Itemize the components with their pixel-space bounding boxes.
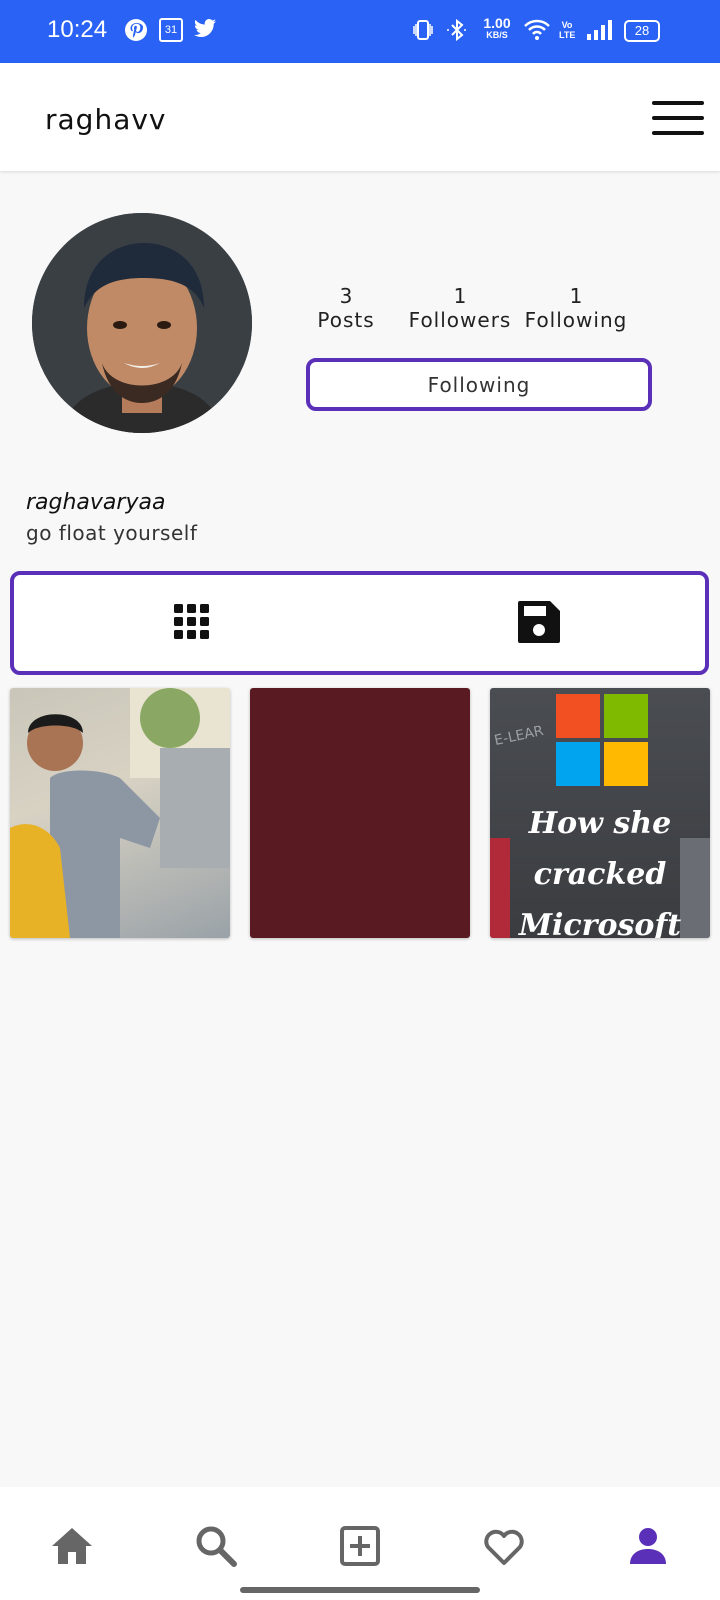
stat-followers-count: 1	[453, 284, 467, 308]
heart-icon[interactable]	[480, 1522, 528, 1570]
bottom-navigation	[0, 1487, 720, 1600]
app-bar: raghavv	[0, 63, 720, 171]
post-overlay-line: Microsoft	[518, 908, 682, 938]
stat-posts[interactable]: 3 Posts	[300, 284, 392, 332]
stat-followers[interactable]: 1 Followers	[406, 284, 514, 332]
hamburger-menu-icon[interactable]	[652, 101, 704, 141]
search-icon[interactable]	[192, 1522, 240, 1570]
add-post-icon[interactable]	[336, 1522, 384, 1570]
stat-followers-label: Followers	[408, 308, 512, 332]
network-speed-value: 1.00	[483, 15, 511, 31]
twitter-icon	[194, 19, 216, 37]
network-speed: 1.00 KB/S	[480, 15, 514, 41]
pinterest-icon	[125, 19, 147, 41]
profile-tabs	[10, 571, 709, 675]
app-bar-title: raghavv	[45, 103, 167, 136]
post-thumbnail[interactable]: E-LEAR How she cracked Microsoft	[490, 688, 710, 938]
profile-avatar	[32, 213, 252, 433]
battery-icon: 28	[624, 20, 660, 42]
wifi-icon	[524, 19, 550, 40]
vibrate-icon	[413, 20, 433, 40]
clock: 10:24	[47, 16, 108, 43]
grid-icon[interactable]	[167, 597, 217, 647]
stat-posts-count: 3	[339, 284, 353, 308]
profile-bio: go float yourself	[26, 521, 198, 545]
home-indicator[interactable]	[240, 1587, 480, 1593]
following-button[interactable]: Following	[306, 358, 652, 411]
battery-level: 28	[634, 23, 650, 38]
status-bar: 10:24 31 1.00 KB/S Vo LTE 28	[0, 0, 720, 63]
stat-posts-label: Posts	[317, 308, 375, 332]
post-overlay-text: How she cracked Microsoft	[490, 798, 710, 938]
calendar-icon: 31	[159, 18, 183, 42]
post-thumbnail[interactable]	[10, 688, 230, 938]
profile-username: raghavaryaa	[26, 490, 166, 515]
bluetooth-icon	[447, 18, 466, 42]
post-thumbnail[interactable]	[250, 688, 470, 938]
calendar-day: 31	[164, 24, 178, 36]
stat-following-label: Following	[524, 308, 628, 332]
volte-indicator: Vo LTE	[559, 20, 576, 40]
stat-following-count: 1	[569, 284, 583, 308]
stat-following[interactable]: 1 Following	[522, 284, 630, 332]
post-overlay-line: cracked	[533, 857, 667, 892]
home-icon[interactable]	[48, 1522, 96, 1570]
profile-icon[interactable]	[624, 1522, 672, 1570]
signal-icon	[587, 20, 612, 40]
save-icon[interactable]	[514, 597, 564, 647]
post-overlay-line: How she	[528, 806, 672, 841]
